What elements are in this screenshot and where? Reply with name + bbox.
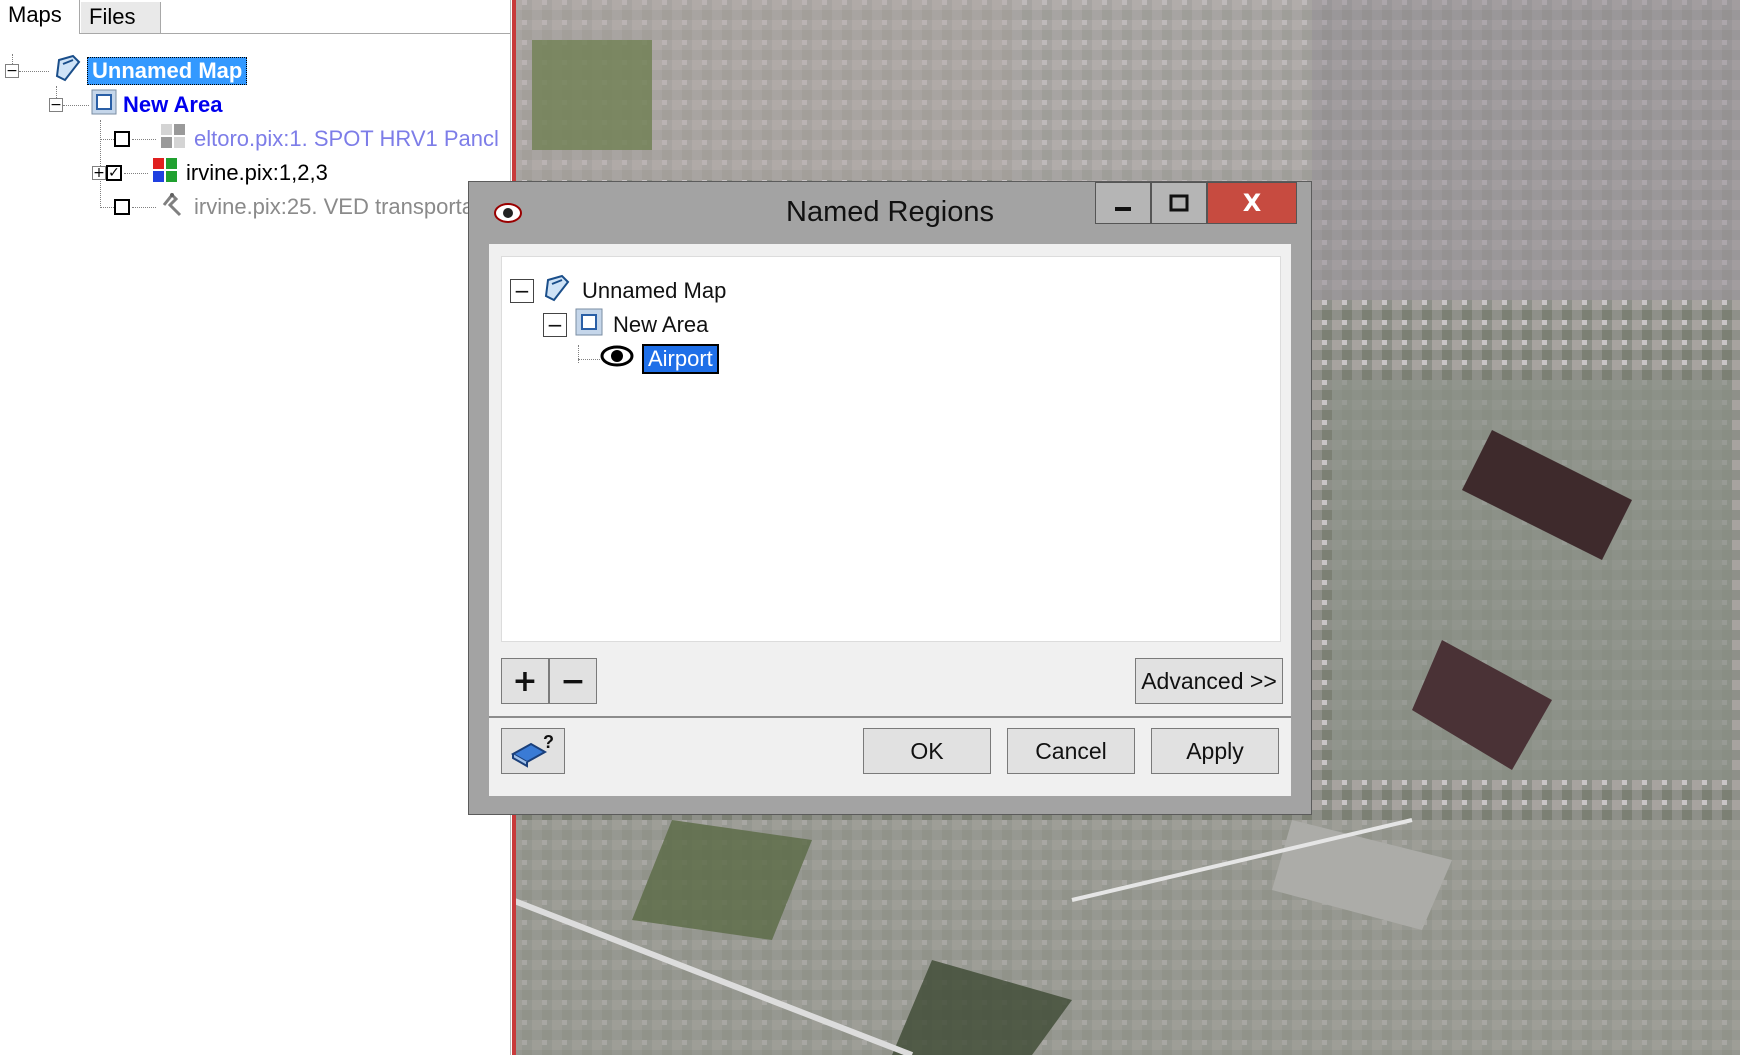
area-icon: [575, 308, 603, 342]
dialog-client: − Unnamed Map − New Area Airport + − Adv…: [489, 244, 1291, 796]
area-label: New Area: [123, 92, 223, 117]
raster-rgb-icon: [152, 157, 178, 189]
map-label: Unnamed Map: [582, 278, 727, 303]
tree-item-layer[interactable]: eltoro.pix:1. SPOT HRV1 Pancl: [100, 123, 499, 155]
maximize-icon: [1169, 194, 1189, 212]
collapse-icon[interactable]: −: [543, 313, 567, 337]
panel-tabbar: Maps Files: [0, 0, 510, 34]
layer-visibility-checkbox[interactable]: [114, 199, 130, 215]
remove-region-button[interactable]: −: [549, 658, 597, 704]
minimize-icon: [1115, 207, 1131, 211]
map-label: Unnamed Map: [87, 57, 248, 85]
map-icon: [53, 54, 83, 88]
dialog-titlebar[interactable]: Named Regions X: [469, 182, 1311, 244]
tab-files[interactable]: Files: [81, 2, 161, 33]
collapse-icon[interactable]: −: [5, 64, 19, 78]
tree-item-layer[interactable]: irvine.pix:25. VED transporta: [100, 191, 474, 223]
tree-item-area[interactable]: − New Area: [49, 89, 226, 121]
layer-label: eltoro.pix:1. SPOT HRV1 Pancl: [194, 126, 499, 151]
ok-button[interactable]: OK: [863, 728, 991, 774]
layer-label: irvine.pix:1,2,3: [186, 160, 328, 185]
collapse-icon[interactable]: −: [49, 98, 63, 112]
help-book-icon: ?: [510, 734, 554, 768]
tab-maps[interactable]: Maps: [0, 0, 80, 34]
collapse-icon[interactable]: −: [510, 279, 534, 303]
help-button[interactable]: ?: [501, 728, 565, 774]
expand-icon[interactable]: +: [92, 166, 106, 180]
eye-icon: [600, 345, 634, 373]
apply-button[interactable]: Apply: [1151, 728, 1279, 774]
named-regions-dialog: Named Regions X − Unnamed Map − New Area…: [468, 181, 1312, 815]
minimize-button[interactable]: [1095, 182, 1151, 224]
maximize-button[interactable]: [1151, 182, 1207, 224]
close-button[interactable]: X: [1207, 182, 1297, 224]
cancel-button[interactable]: Cancel: [1007, 728, 1135, 774]
regions-tree-item-map[interactable]: − Unnamed Map: [510, 274, 727, 308]
advanced-button[interactable]: Advanced >>: [1135, 658, 1283, 704]
area-icon: [91, 89, 117, 121]
layer-visibility-checkbox[interactable]: ✓: [106, 165, 122, 181]
regions-tree-item-area[interactable]: − New Area: [543, 308, 709, 342]
regions-tree-item-region[interactable]: Airport: [578, 343, 719, 375]
close-icon: X: [1242, 189, 1262, 217]
region-label[interactable]: Airport: [642, 344, 719, 374]
svg-text:?: ?: [543, 734, 554, 752]
raster-gray-icon: [160, 123, 186, 155]
add-region-button[interactable]: +: [501, 658, 549, 704]
tree-item-layer[interactable]: + ✓ irvine.pix:1,2,3: [92, 157, 328, 189]
layer-label: irvine.pix:25. VED transporta: [194, 194, 475, 219]
tree-item-map[interactable]: − Unnamed Map: [5, 54, 248, 88]
separator: [489, 716, 1291, 718]
map-icon: [542, 274, 572, 308]
regions-tree[interactable]: − Unnamed Map − New Area Airport: [501, 256, 1281, 642]
layer-visibility-checkbox[interactable]: [114, 131, 130, 147]
vector-layer-icon: [160, 191, 186, 223]
maps-panel: Maps Files − Unnamed Map − New Area elto…: [0, 0, 511, 1055]
area-label: New Area: [613, 312, 709, 337]
